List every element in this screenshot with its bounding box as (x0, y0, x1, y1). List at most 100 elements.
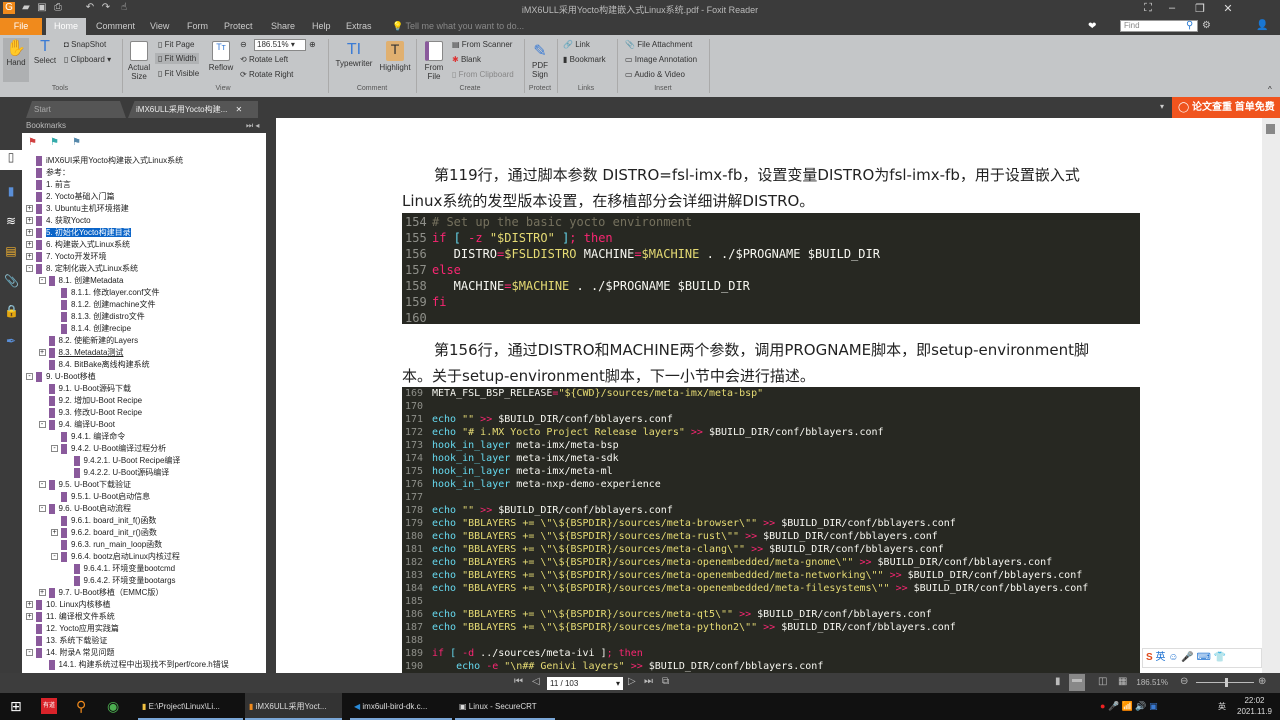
continuous-page-icon[interactable]: ▬ (1069, 674, 1085, 691)
tray-icons[interactable]: ● 🎤 📶 🔊 ▣ (1100, 693, 1158, 720)
facing-page-icon[interactable]: ◫ (1098, 676, 1107, 687)
continuous-facing-icon[interactable]: ▦ (1118, 676, 1127, 687)
select-button[interactable]: T Select (32, 38, 58, 65)
expand-icon[interactable]: + (26, 241, 33, 249)
scroll-thumb[interactable] (1266, 124, 1275, 134)
bookmark-item[interactable]: 1. 前言 (26, 179, 71, 191)
fit-visible-button[interactable]: ▯ Fit Visible (158, 69, 199, 78)
menu-file[interactable]: File (0, 18, 42, 35)
zoom-slider-thumb[interactable] (1225, 678, 1228, 687)
bookmark-item[interactable]: 9.6.3. run_main_loop函数 (51, 539, 162, 551)
collapse-bookmark-icon[interactable]: ⚑ (50, 137, 59, 148)
audio-video-button[interactable]: ▭ Audio & Video (625, 70, 685, 79)
pages-panel-icon[interactable]: ▮ (4, 184, 18, 198)
zoom-level[interactable]: 186.51% (1128, 678, 1168, 687)
restore-button[interactable]: ❐ (1190, 2, 1210, 15)
collapse-icon[interactable]: - (38, 505, 46, 513)
taskbar-foxit[interactable]: ▮ iMX6ULL采用Yoct... (245, 693, 342, 720)
taskbar-securecrt[interactable]: ▣ Linux - SecureCRT (455, 693, 555, 720)
zoom-in-icon[interactable]: ⊕ (1258, 676, 1266, 687)
bookmark-item[interactable]: 9.4.2.2. U-Boot源码编译 (64, 467, 169, 479)
collapse-icon[interactable]: - (38, 481, 46, 489)
chrome-icon[interactable]: ◉ (107, 693, 119, 720)
user-icon[interactable]: 👤 (1256, 20, 1268, 31)
expand-icon[interactable]: + (26, 229, 33, 237)
bookmark-item[interactable]: 9.6.4.1. 环境变量bootcmd (64, 563, 175, 575)
single-page-icon[interactable]: ▮ (1055, 676, 1061, 687)
rotate-right-button[interactable]: ⟳ Rotate Right (240, 70, 293, 79)
ime-toolbar[interactable]: S 英 ☺ 🎤 ⌨ 👕 (1142, 648, 1262, 668)
highlight-button[interactable]: T Highlight (378, 41, 412, 72)
bookmark-item[interactable]: +9.6.2. board_init_r()函数 (51, 527, 157, 539)
collapse-icon[interactable]: - (26, 649, 33, 657)
bookmark-item[interactable]: - 9.6.4. bootz启动Linux内核过程 (51, 551, 180, 563)
tab-document[interactable]: iMX6ULL采用Yocto构建... ✕ (128, 101, 258, 118)
zoom-select[interactable]: 186.51% ▾ (254, 39, 306, 51)
bookmark-item[interactable]: - 9. U-Boot移植 (26, 371, 96, 383)
typewriter-button[interactable]: TI Typewriter (333, 41, 375, 68)
close-tab-icon[interactable]: ✕ (236, 105, 243, 114)
bookmark-item[interactable]: 9.4.1. 编译命令 (51, 431, 125, 443)
bookmark-item[interactable]: +3. Ubuntu主机环境搭建 (26, 203, 129, 215)
bookmark-item[interactable]: 2. Yocto基础入门篇 (26, 191, 114, 203)
expand-icon[interactable]: + (26, 205, 33, 213)
input-language[interactable]: 英 (1218, 693, 1226, 720)
collapse-icon[interactable]: - (26, 373, 33, 381)
menu-comment[interactable]: Comment (90, 18, 141, 35)
bookmark-item[interactable]: 8.1.2. 创建machine文件 (51, 299, 155, 311)
menu-extras[interactable]: Extras (340, 18, 378, 35)
fit-width-button[interactable]: ▯ Fit Width (155, 53, 200, 64)
next-page-icon[interactable]: ▷ (628, 676, 636, 687)
panel-options-icon[interactable]: ⏭ ◂ (246, 121, 259, 131)
bookmark-item[interactable]: 9.3. 修改U-Boot Recipe (39, 407, 142, 419)
page-number-input[interactable]: 11 / 103 ▾ (547, 677, 623, 690)
expand-icon[interactable]: + (51, 529, 58, 537)
bookmark-item[interactable]: +7. Yocto开发环境 (26, 251, 106, 263)
expand-icon[interactable]: + (38, 349, 46, 357)
bookmark-button[interactable]: ▮ Bookmark (563, 55, 606, 64)
blank-button[interactable]: ✱ Blank (452, 55, 481, 64)
bookmark-item[interactable]: 8.1.3. 创建distro文件 (51, 311, 145, 323)
bookmark-item[interactable]: +10. Linux内核移植 (26, 599, 110, 611)
image-annotation-button[interactable]: ▭ Image Annotation (625, 55, 697, 64)
expand-icon[interactable]: + (26, 217, 33, 225)
bookmark-item[interactable]: 8.4. BitBake离线构建系统 (39, 359, 150, 371)
bookmark-item[interactable]: 参考： (26, 167, 70, 179)
attachments-panel-icon[interactable]: 📎 (4, 274, 19, 288)
bookmark-item[interactable]: - 14. 附录A 常见问题 (26, 647, 114, 659)
find-bookmark-icon[interactable]: ⚑ (72, 137, 81, 148)
actual-size-button[interactable]: Actual Size (125, 41, 153, 81)
zoom-out-icon[interactable]: ⊖ (1180, 676, 1188, 687)
pdf-sign-button[interactable]: ✎ PDF Sign (527, 41, 553, 79)
search-icon[interactable]: ⚲ (76, 693, 86, 720)
previous-view-icon[interactable]: ⧉ (662, 676, 669, 687)
bookmark-item[interactable]: 8.1.4. 创建recipe (51, 323, 131, 335)
bookmark-item[interactable]: iMX6UI采用Yocto构建嵌入式Linux系统 (26, 155, 183, 167)
link-button[interactable]: 🔗 Link (563, 40, 590, 49)
bookmark-item[interactable]: - 8.1. 创建Metadata (38, 275, 123, 287)
taskbar-vscode[interactable]: ◀ imx6ull-bird-dk.c... (350, 693, 452, 720)
expand-icon[interactable]: + (38, 589, 46, 597)
bookmark-item[interactable]: 9.6.1. board_init_f()函数 (51, 515, 156, 527)
bookmark-item[interactable]: 8.1.1. 修改layer.conf文件 (51, 287, 159, 299)
bookmark-item[interactable]: +9.7. U-Boot移植（EMMC版） (38, 587, 163, 599)
collapse-icon[interactable]: - (51, 445, 58, 453)
splitter[interactable] (268, 118, 276, 673)
expand-icon[interactable]: + (26, 253, 33, 261)
hand-button[interactable]: ✋ Hand (3, 38, 29, 82)
bookmark-item[interactable]: +6. 构建嵌入式Linux系统 (26, 239, 130, 251)
heart-icon[interactable]: ❤ (1088, 21, 1096, 32)
bookmark-item[interactable]: 9.1. U-Boot源码下载 (39, 383, 131, 395)
fit-page-button[interactable]: ▯ Fit Page (158, 40, 194, 49)
bookmark-item[interactable]: 13. 系统下载验证 (26, 635, 107, 647)
windows-start-icon[interactable]: ⊞ (10, 693, 22, 720)
search-icon[interactable]: ⚲ (1186, 20, 1193, 31)
security-panel-icon[interactable]: 🔒 (4, 304, 19, 318)
tell-me-input[interactable]: 💡 Tell me what you want to do... (386, 18, 530, 35)
collapse-icon[interactable]: - (26, 265, 33, 273)
bookmark-item[interactable]: 9.5.1. U-Boot启动信息 (51, 491, 150, 503)
expand-icon[interactable]: + (26, 601, 33, 609)
bookmark-item[interactable]: 12. Yocto应用实践篇 (26, 623, 119, 635)
file-attachment-button[interactable]: 📎 File Attachment (625, 40, 692, 49)
bookmark-item[interactable]: - 9.4.2. U-Boot编译过程分析 (51, 443, 166, 455)
